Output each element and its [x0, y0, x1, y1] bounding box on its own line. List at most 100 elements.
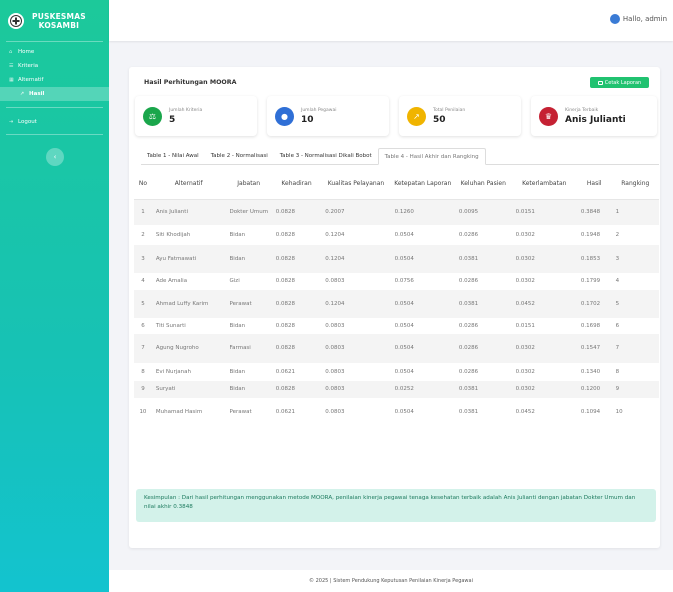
sidebar-item-kriteria[interactable]: ☰ Kriteria [0, 60, 109, 72]
table-cell: 0.0621 [275, 408, 296, 415]
table-cell: 0.0302 [511, 334, 577, 363]
table-cell: 0.0803 [321, 381, 391, 398]
table-cell: 8 [141, 368, 145, 375]
sidebar-item-home[interactable]: ⌂ Home [0, 46, 109, 58]
col-hasil: Hasil [576, 170, 612, 200]
table-cell: 0.1094 [580, 408, 601, 415]
table-cell: 0.0828 [271, 199, 322, 225]
table-cell: Agung Nugroho [151, 334, 226, 363]
table-cell: Dokter Umum [225, 199, 272, 225]
sidebar-item-logout[interactable]: ⇥ Logout [0, 116, 109, 128]
table-cell: 0.0286 [458, 322, 479, 329]
table-cell: Titi Sunarti [155, 322, 186, 329]
brand[interactable]: PUSKESMAS KOSAMBI [0, 0, 109, 41]
table-cell: 7 [134, 334, 152, 363]
table-cell: 0.0381 [458, 408, 479, 415]
table-cell: 0.1204 [321, 245, 391, 273]
table-cell: 0.1204 [321, 290, 391, 318]
table-cell: Bidan [225, 381, 272, 398]
table-cell: 0.1200 [576, 381, 612, 398]
col-kualitas: Kualitas Pelayanan [321, 170, 391, 200]
stat-value: 10 [301, 114, 314, 125]
table-cell: 0.0452 [511, 290, 577, 318]
col-no: No [134, 170, 152, 200]
table-cell: 2 [615, 231, 620, 238]
table-cell: 0.0302 [515, 278, 535, 284]
table-cell: Anis Julianti [151, 199, 226, 225]
table-row: 1 Anis Julianti Dokter Umum 0.0828 0.2007 0.1… [134, 199, 659, 225]
table-cell: 0.0151 [511, 199, 577, 225]
print-icon [597, 80, 603, 85]
col-alternatif: Alternatif [151, 170, 226, 200]
table-cell: 0.1547 [576, 334, 612, 363]
table-cell: 0.0828 [271, 334, 322, 363]
tab-nilai-awal[interactable]: Table 1 - Nilai Awal [141, 148, 205, 164]
tab-normalisasi[interactable]: Table 2 - Normalisasi [205, 148, 274, 164]
table-row: 3 Ayu Fatmawati Bidan 0.0828 0.1204 0.0504 0.0… [134, 245, 659, 273]
print-report-button[interactable]: Cetak Laporan [590, 77, 649, 88]
footer: © 2025 | Sistem Pendukung Keputusan Peni… [109, 570, 673, 592]
table-cell: Bidan [229, 322, 246, 329]
table-cell: 0.0286 [458, 231, 479, 238]
tab-normalisasi-bobot[interactable]: Table 3 - Normalisasi Dikali Bobot [274, 148, 378, 164]
stat-label: Total Penilaian [433, 107, 466, 113]
table-cell: 0.0302 [515, 368, 535, 375]
stat-label: Jumlah Kriteria [169, 107, 203, 113]
table-cell: 10 [139, 408, 147, 415]
sidebar-toggle-button[interactable]: ‹ [46, 148, 64, 166]
table-cell: 0.0803 [325, 322, 345, 329]
stat-value: Anis Julianti [565, 114, 626, 125]
logout-icon: ⇥ [9, 119, 14, 125]
user-menu[interactable]: Hallo, admin [609, 14, 667, 24]
stat-criteria: ⚖ Jumlah Kriteria 5 [135, 96, 257, 136]
chart-line-icon: ↗ [407, 106, 426, 126]
table-cell: 0.0828 [275, 231, 296, 238]
table-cell: 4 [615, 278, 620, 284]
results-table: No Alternatif Jabatan Kehadiran Kualitas… [134, 170, 659, 426]
table-cell: 0.0803 [325, 368, 345, 375]
table-cell: 0.0252 [390, 381, 455, 398]
table-cell: Ayu Fatmawati [151, 245, 226, 273]
table-row: 9 Suryati Bidan 0.0828 0.0803 0.0252 0.0381 0.0… [134, 381, 659, 398]
sidebar-item-alternatif[interactable]: ▦ Alternatif [0, 74, 109, 86]
col-kehadiran: Kehadiran [271, 170, 322, 200]
table-cell: Perawat [229, 408, 252, 415]
stat-label: Jumlah Pegawai [301, 107, 337, 113]
table-cell: 0.0286 [458, 368, 479, 375]
table-cell: 0.0504 [390, 334, 455, 363]
table-cell: 3 [611, 245, 659, 273]
table-cell: 0.1702 [576, 290, 612, 318]
table-cell: 3 [134, 245, 152, 273]
table-cell: Muhamad Hasim [155, 408, 203, 415]
table-cell: 0.0504 [390, 245, 455, 273]
table-cell: 0.0286 [454, 334, 512, 363]
table-cell: 7 [611, 334, 659, 363]
table-cell: 9 [611, 381, 659, 398]
table-cell: 6 [615, 322, 620, 329]
table-cell: 0.0803 [321, 334, 391, 363]
table-cell: Evi Nurjanah [155, 368, 191, 375]
table-cell: 0.1853 [576, 245, 612, 273]
table-cell: 0.0302 [511, 381, 577, 398]
col-ketepatan: Ketepatan Laporan [390, 170, 455, 200]
table-cell: 1 [611, 199, 659, 225]
table-cell: Ade Amalia [155, 278, 188, 284]
table-cell: 4 [141, 278, 145, 284]
table-cell: 0.0621 [275, 368, 296, 375]
tab-hasil-akhir[interactable]: Table 4 - Hasil Akhir dan Rangking [377, 148, 486, 165]
table-cell: 0.0095 [454, 199, 512, 225]
table-cell: 0.0828 [275, 322, 296, 329]
table-cell: 6 [141, 322, 145, 329]
table-cell: Bidan [225, 245, 272, 273]
users-icon: ● [275, 106, 294, 126]
col-keterlambatan: Keterlambatan [511, 170, 577, 200]
table-cell: 0.0504 [394, 368, 414, 375]
table-cell: 0.0504 [394, 408, 414, 415]
table-cell: 0.1204 [325, 231, 345, 238]
table-cell: Farmasi [225, 334, 272, 363]
conclusion-alert: Kesimpulan : Dari hasil perhitungan meng… [136, 489, 656, 522]
sidebar-item-label: Logout [18, 119, 37, 125]
tab-bar: Table 1 - Nilai Awal Table 2 - Normalisa… [141, 148, 659, 165]
table-row: 2 Siti Khodijah Bidan 0.0828 0.1204 0.0504 0.0… [134, 225, 659, 245]
sidebar-item-hasil[interactable]: ↗ Hasil [0, 87, 109, 101]
